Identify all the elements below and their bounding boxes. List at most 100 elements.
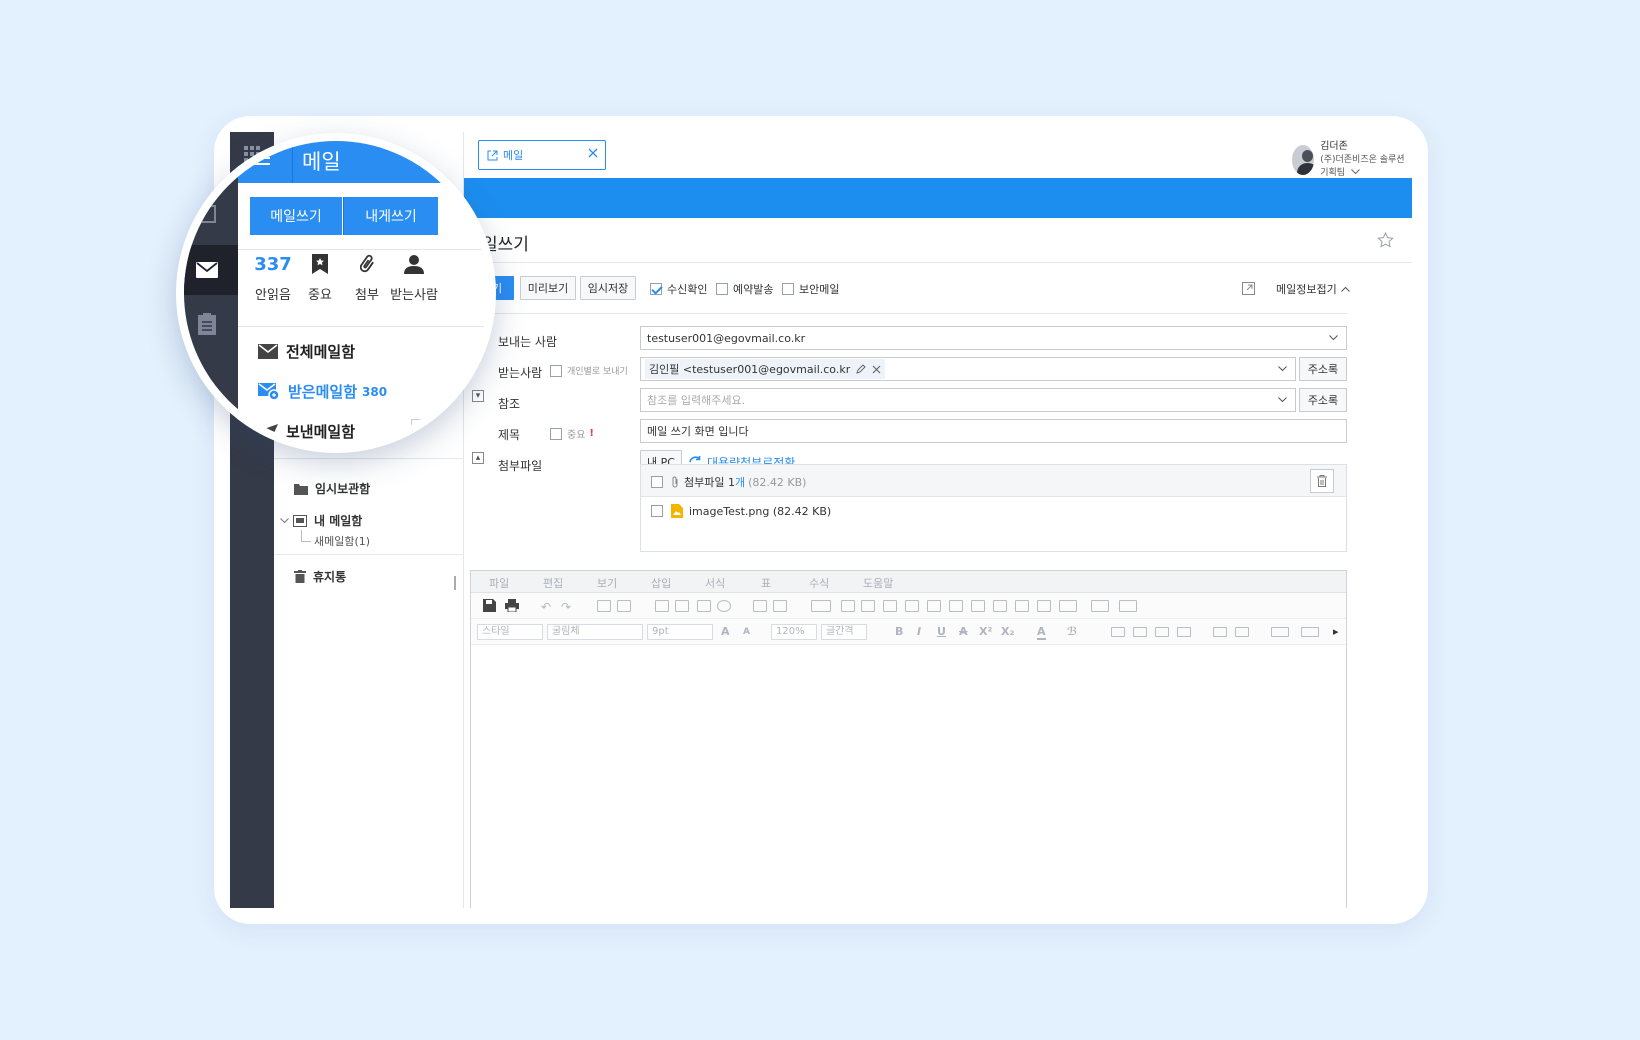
close-icon[interactable] [872,365,881,374]
edit-icon[interactable] [856,364,866,374]
chevron-down-icon[interactable] [280,517,289,524]
checkbox-box[interactable] [651,476,663,488]
table-cell-icon[interactable] [841,600,855,612]
save-icon[interactable] [483,599,496,612]
underline-icon[interactable]: U [937,625,946,638]
highlight-icon[interactable]: ℬ [1067,625,1077,638]
table-split-icon[interactable] [927,600,941,612]
checkbox-box[interactable] [651,505,663,517]
editor-menu-edit[interactable]: 편집 [543,575,563,591]
checkbox-box[interactable] [650,283,662,295]
table-col-icon[interactable] [883,600,897,612]
style-select[interactable]: 스타일 [477,624,543,640]
sidebar-item-new-mailbox[interactable]: 새메일함(1) [314,533,370,549]
recipient-chip[interactable]: 김인필 <testuser001@egovmail.co.kr [645,359,886,379]
preview-button[interactable]: 미리보기 [520,276,576,300]
align-justify-icon[interactable] [1177,627,1191,637]
font-grow-icon[interactable]: A [721,625,730,638]
address-book-button[interactable]: 주소록 [1299,357,1347,381]
mailbox-all[interactable]: 전체메일함 [258,341,355,362]
table-style-icon[interactable] [1059,600,1077,612]
subject-input[interactable]: 메일 쓰기 화면 입니다 [640,419,1347,443]
recipient-stat[interactable]: 받는사람 [388,251,440,303]
close-icon[interactable] [588,148,598,158]
editor-menu-formula[interactable]: 수식 [809,575,829,591]
font-size-select[interactable]: 9pt [647,624,713,640]
receipt-button[interactable]: 수신 [411,419,455,441]
attach-expand-toggle[interactable]: ▴ [472,452,484,464]
formula-icon[interactable] [1119,600,1137,612]
subscript-icon[interactable]: X₂ [1001,625,1014,638]
sidebar-item-temp[interactable]: 임시보관함 [294,480,370,497]
editor-menu-help[interactable]: 도움말 [863,575,893,591]
layout-icon[interactable] [675,600,689,612]
superscript-icon[interactable]: X² [979,625,992,638]
outdent-icon[interactable] [1213,627,1227,637]
font-select[interactable]: 굴림체 [547,624,643,640]
recipient-input[interactable]: 김인필 <testuser001@egovmail.co.kr [640,357,1296,381]
popout-icon[interactable] [1242,282,1255,295]
attachment-stat[interactable]: 첨부 [341,251,393,303]
image-icon[interactable] [655,600,669,612]
unread-stat[interactable]: 337 안읽음 [247,251,299,304]
table-grid-icon[interactable] [971,600,985,612]
font-color-icon[interactable]: A [1037,625,1046,640]
sidebar-item-my-mailbox[interactable]: 내 메일함 [280,512,362,529]
align-right-icon[interactable] [1155,627,1169,637]
attachment-item[interactable]: imageTest.png (82.42 KB) [651,504,831,518]
cc-address-book-button[interactable]: 주소록 [1299,388,1347,412]
mailbox-sent[interactable]: 보낸메일함 [258,421,355,442]
find-icon[interactable] [597,600,611,612]
editor-menu-insert[interactable]: 삽입 [651,575,671,591]
checkbox-box[interactable] [550,364,562,377]
editor-menu-file[interactable]: 파일 [489,575,509,591]
delete-attachment-button[interactable] [1310,469,1334,493]
table-merge-icon[interactable] [905,600,919,612]
scheduled-send-checkbox[interactable]: 예약발송 [716,281,773,297]
checkbox-box[interactable] [716,283,728,295]
indent-more-icon[interactable] [1235,627,1249,637]
mail-nav-active[interactable] [184,245,238,295]
table-grid4-icon[interactable] [1037,600,1051,612]
save-draft-button[interactable]: 임시저장 [580,276,636,300]
letter-spacing-select[interactable]: 글간격 [821,624,867,640]
table-delete-icon[interactable] [949,600,963,612]
write-to-self-button[interactable]: 내게쓰기 [344,197,438,235]
checkbox-box[interactable] [550,427,562,440]
clipboard-icon[interactable] [198,313,216,335]
checkbox-box[interactable] [782,283,794,295]
replace-icon[interactable] [617,600,631,612]
rich-text-editor[interactable]: 파일 편집 보기 삽입 서식 표 수식 도움말 ↶ ↷ 스타일 굴림체 9pt … [470,570,1347,908]
user-profile[interactable]: 김더존 (주)더존비즈온 솔루션기획팀 [1292,140,1412,180]
editor-menu-view[interactable]: 보기 [597,575,617,591]
sidebar-resize-handle[interactable] [454,576,456,590]
cc-input[interactable]: 참조를 입력해주세요. [640,388,1296,412]
table-grid2-icon[interactable] [993,600,1007,612]
individual-send-checkbox[interactable]: 개인별로 보내기 [550,364,628,377]
align-left-icon[interactable] [1111,627,1125,637]
tab-mail[interactable]: 메일 [478,140,606,170]
table-grid3-icon[interactable] [1015,600,1029,612]
editor-menu-format[interactable]: 서식 [705,575,725,591]
table-insert-icon[interactable] [811,600,831,612]
important-checkbox[interactable]: 중요! [550,426,594,441]
italic-icon[interactable]: I [917,625,921,638]
redo-icon[interactable]: ↷ [561,600,575,614]
toolbar-overflow-icon[interactable]: ▸ [1333,625,1339,638]
special-char-icon[interactable] [697,600,711,612]
read-receipt-checkbox[interactable]: 수신확인 [650,281,707,297]
mailbox-inbox[interactable]: 받은메일함 380 [258,381,387,402]
bold-icon[interactable]: B [895,625,903,638]
hamburger-icon[interactable] [250,151,270,165]
compose-mail-button[interactable]: 메일쓰기 [250,197,342,235]
indent-icon[interactable] [773,600,787,612]
star-icon[interactable] [1377,232,1394,248]
folder-outline-icon[interactable] [194,205,216,223]
bullet-list-icon[interactable] [1301,627,1319,637]
align-icon[interactable] [753,600,767,612]
print-icon[interactable] [505,599,519,612]
sidebar-item-trash[interactable]: 휴지통 [294,568,346,585]
numbered-list-icon[interactable] [1271,627,1289,637]
sender-select[interactable]: testuser001@egovmail.co.kr [640,326,1347,350]
line-height-select[interactable]: 120% [771,624,817,640]
